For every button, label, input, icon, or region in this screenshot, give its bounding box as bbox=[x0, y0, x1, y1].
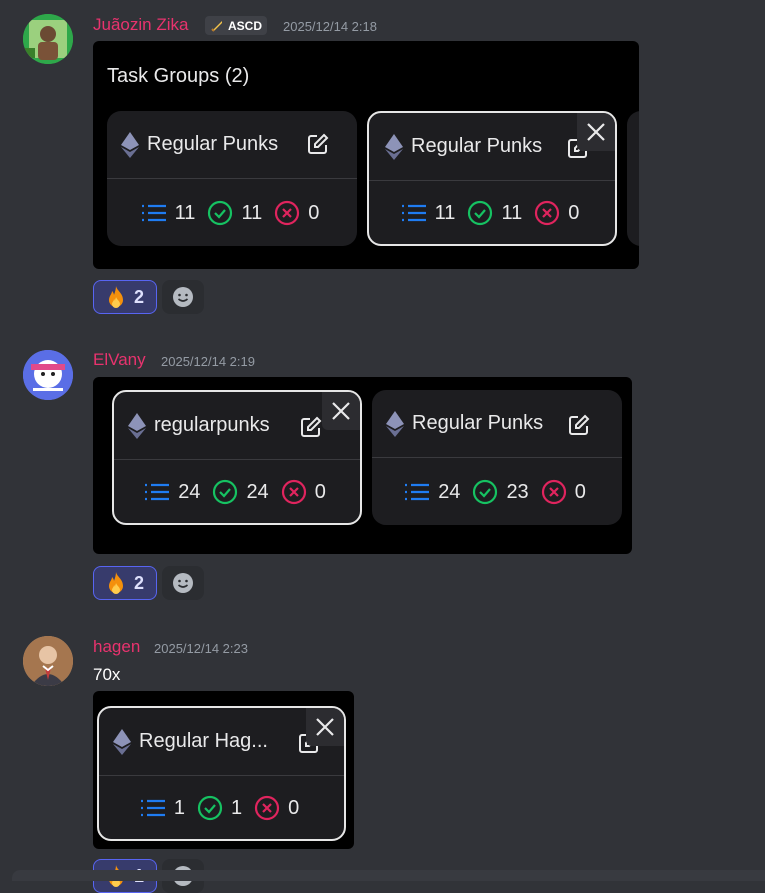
task-group-card: Regular Punks 24 23 0 bbox=[372, 390, 622, 525]
total-count: 11 bbox=[174, 201, 196, 224]
task-group-card-partial bbox=[627, 111, 639, 246]
close-icon bbox=[332, 402, 350, 420]
guild-tag-label: ASCD bbox=[228, 18, 263, 33]
list-icon bbox=[141, 204, 166, 222]
add-reaction-button[interactable] bbox=[162, 280, 204, 314]
reaction-count: 2 bbox=[133, 286, 144, 307]
card-stats: 11 11 0 bbox=[107, 180, 357, 246]
card-stats: 1 1 0 bbox=[99, 777, 344, 839]
check-circle-icon bbox=[468, 200, 493, 226]
ethereum-icon bbox=[385, 133, 403, 160]
author-name[interactable]: hagen bbox=[93, 637, 140, 657]
card-stats: 24 24 0 bbox=[114, 461, 360, 523]
failed-count: 0 bbox=[308, 201, 320, 224]
card-name: Regular Punks bbox=[411, 135, 543, 157]
ethereum-icon bbox=[386, 410, 404, 437]
total-count: 24 bbox=[178, 480, 201, 503]
check-circle-icon bbox=[208, 200, 233, 226]
task-group-card-selected: Regular Punks 11 11 0 bbox=[367, 111, 617, 246]
failed-count: 0 bbox=[568, 201, 580, 224]
success-count: 1 bbox=[230, 796, 243, 819]
failed-count: 0 bbox=[574, 480, 586, 503]
x-circle-icon bbox=[541, 479, 566, 505]
card-name: Regular Punks bbox=[147, 133, 279, 155]
reaction-fire[interactable]: 2 bbox=[93, 566, 157, 600]
x-circle-icon bbox=[535, 200, 560, 226]
list-icon bbox=[140, 799, 165, 817]
edit-icon[interactable] bbox=[307, 133, 329, 160]
check-circle-icon bbox=[213, 479, 238, 505]
edit-icon[interactable] bbox=[568, 414, 590, 441]
reaction-count: 2 bbox=[133, 572, 144, 593]
x-circle-icon bbox=[281, 479, 306, 505]
task-group-card: Regular Punks 11 11 0 bbox=[107, 111, 357, 246]
close-button[interactable] bbox=[306, 708, 344, 746]
list-icon bbox=[405, 483, 430, 501]
close-icon bbox=[316, 718, 334, 736]
check-circle-icon bbox=[473, 479, 498, 505]
x-circle-icon bbox=[275, 200, 300, 226]
total-count: 1 bbox=[173, 796, 185, 819]
add-reaction-icon bbox=[173, 573, 193, 593]
failed-count: 0 bbox=[314, 480, 326, 503]
timestamp[interactable]: 2025/12/14 2:18 bbox=[283, 19, 377, 34]
card-name: Regular Hag... bbox=[139, 730, 268, 752]
avatar[interactable] bbox=[23, 14, 73, 64]
reaction-fire[interactable]: 2 bbox=[93, 280, 157, 314]
ethereum-icon bbox=[121, 131, 139, 158]
guild-tag[interactable]: ASCD bbox=[205, 16, 268, 35]
message-input-bar[interactable] bbox=[12, 870, 765, 881]
message-3: hagen 2025/12/14 2:23 70x Regular Hag...… bbox=[0, 625, 765, 893]
add-reaction-icon bbox=[173, 287, 193, 307]
add-reaction-button[interactable] bbox=[162, 566, 204, 600]
image-attachment[interactable]: Regular Hag... 1 1 0 bbox=[93, 691, 354, 849]
x-circle-icon bbox=[254, 795, 280, 821]
card-stats: 11 11 0 bbox=[369, 182, 615, 244]
task-group-card-selected: Regular Hag... 1 1 0 bbox=[97, 706, 346, 841]
success-count: 24 bbox=[246, 480, 269, 503]
attachment-title: Task Groups (2) bbox=[107, 65, 250, 87]
list-icon bbox=[401, 204, 426, 222]
avatar[interactable] bbox=[23, 350, 73, 400]
success-count: 11 bbox=[501, 201, 523, 224]
message-text: 70x bbox=[93, 665, 121, 684]
card-name: regularpunks bbox=[154, 414, 270, 436]
ethereum-icon bbox=[113, 728, 131, 755]
close-button[interactable] bbox=[322, 392, 360, 430]
card-name: Regular Punks bbox=[412, 412, 544, 434]
sword-icon bbox=[211, 20, 222, 32]
avatar[interactable] bbox=[23, 636, 73, 686]
message-2: ElVany 2025/12/14 2:19 regularpunks 24 2… bbox=[0, 340, 765, 610]
image-attachment[interactable]: regularpunks 24 24 0 Regular Punks 24 23… bbox=[93, 377, 632, 554]
edit-icon[interactable] bbox=[300, 416, 322, 443]
image-attachment[interactable]: Task Groups (2) Regular Punks 11 11 0 Re… bbox=[93, 41, 639, 269]
timestamp[interactable]: 2025/12/14 2:19 bbox=[161, 354, 255, 369]
total-count: 11 bbox=[434, 201, 456, 224]
author-name[interactable]: Juãozin Zika bbox=[93, 15, 188, 35]
total-count: 24 bbox=[438, 480, 461, 503]
ethereum-icon bbox=[128, 412, 146, 439]
task-group-card-selected: regularpunks 24 24 0 bbox=[112, 390, 362, 525]
fire-icon bbox=[108, 286, 123, 308]
success-count: 23 bbox=[506, 480, 529, 503]
failed-count: 0 bbox=[288, 796, 300, 819]
close-icon bbox=[587, 123, 605, 141]
success-count: 11 bbox=[241, 201, 263, 224]
close-button[interactable] bbox=[577, 113, 615, 151]
author-name[interactable]: ElVany bbox=[93, 350, 146, 370]
card-stats: 24 23 0 bbox=[372, 459, 622, 525]
check-circle-icon bbox=[197, 795, 223, 821]
fire-icon bbox=[108, 572, 123, 594]
list-icon bbox=[145, 483, 170, 501]
message-1: Juãozin Zika ASCD 2025/12/14 2:18 Task G… bbox=[0, 0, 765, 320]
timestamp[interactable]: 2025/12/14 2:23 bbox=[154, 641, 248, 656]
